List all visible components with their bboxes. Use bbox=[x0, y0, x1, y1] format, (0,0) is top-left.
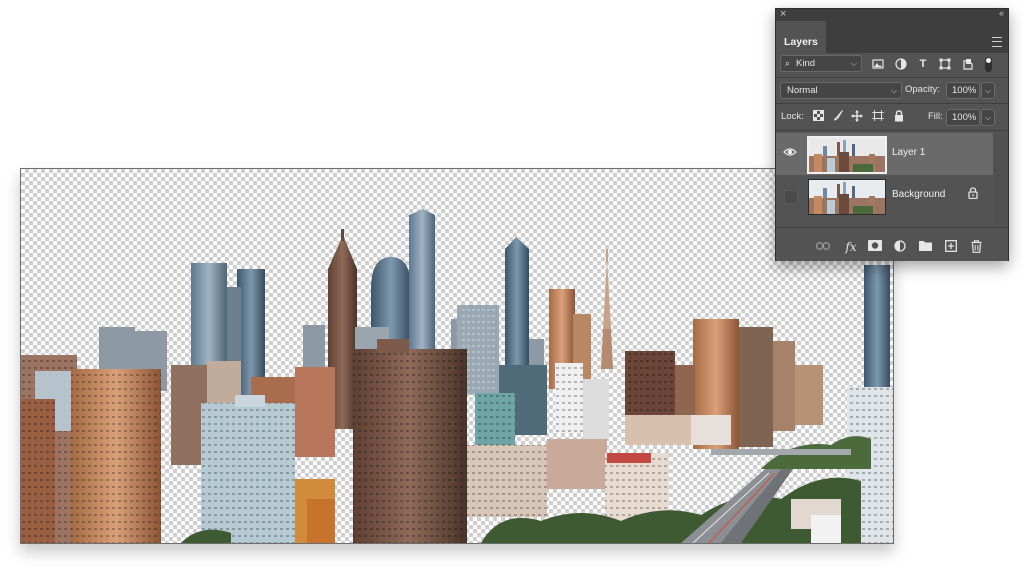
fill-dropdown-arrow[interactable]: ⌵ bbox=[981, 109, 995, 126]
layer-row-layer-1[interactable]: Layer 1 bbox=[776, 133, 993, 175]
layer-name[interactable]: Background bbox=[892, 189, 945, 200]
visibility-toggle-off[interactable] bbox=[784, 190, 798, 204]
panel-tab-strip: Layers bbox=[776, 21, 1008, 53]
fill-value: 100% bbox=[952, 112, 977, 123]
opacity-label: Opacity: bbox=[905, 84, 940, 95]
filter-toggle[interactable] bbox=[985, 57, 992, 72]
new-layer-icon[interactable] bbox=[944, 240, 958, 254]
lock-all-icon[interactable] bbox=[893, 110, 905, 122]
document-canvas[interactable] bbox=[20, 168, 894, 544]
delete-layer-icon[interactable] bbox=[969, 240, 983, 254]
add-mask-icon[interactable] bbox=[868, 240, 882, 254]
link-layers-icon[interactable] bbox=[816, 240, 830, 254]
lock-label: Lock: bbox=[781, 111, 804, 122]
filter-kind-label: Kind bbox=[796, 58, 816, 69]
layer-style-fx-icon[interactable]: fx bbox=[842, 240, 860, 254]
divider bbox=[776, 77, 1008, 78]
layer-thumbnail bbox=[808, 179, 886, 215]
opacity-input[interactable]: 100% bbox=[946, 82, 980, 99]
chevron-down-icon: ⌵ bbox=[850, 59, 857, 68]
shape-filter-icon[interactable] bbox=[939, 58, 951, 70]
tab-layers[interactable]: Layers bbox=[776, 21, 826, 53]
layer-row-background[interactable]: Background bbox=[776, 175, 993, 217]
layer-lock-icon[interactable] bbox=[968, 187, 978, 202]
panel-menu-icon[interactable] bbox=[992, 37, 1002, 47]
panel-bottom-toolbar: fx bbox=[776, 227, 1008, 261]
fill-label: Fill: bbox=[928, 111, 943, 122]
chevron-down-icon: ⌵ bbox=[890, 86, 897, 95]
layers-panel: × ‹‹ Layers ⌕ Kind ⌵ T Normal ⌵ Opacity:… bbox=[775, 8, 1009, 261]
smart-object-filter-icon[interactable] bbox=[962, 58, 974, 70]
layer-thumbnail bbox=[807, 136, 887, 174]
blend-mode-value: Normal bbox=[787, 85, 818, 96]
close-panel-icon[interactable]: × bbox=[780, 8, 786, 20]
filter-kind-dropdown[interactable]: ⌕ Kind ⌵ bbox=[780, 55, 862, 72]
city-skyline-image bbox=[21, 209, 893, 543]
visibility-eye-icon[interactable] bbox=[782, 146, 798, 162]
new-adjustment-layer-icon[interactable] bbox=[893, 240, 907, 254]
opacity-dropdown-arrow[interactable]: ⌵ bbox=[981, 82, 995, 99]
lock-image-pixels-icon[interactable] bbox=[832, 110, 844, 122]
fill-input[interactable]: 100% bbox=[946, 109, 980, 126]
lock-position-icon[interactable] bbox=[851, 110, 863, 122]
blend-mode-dropdown[interactable]: Normal ⌵ bbox=[780, 82, 902, 99]
divider bbox=[776, 130, 1008, 131]
collapse-panel-icon[interactable]: ‹‹ bbox=[999, 8, 1004, 18]
search-icon: ⌕ bbox=[785, 58, 791, 68]
panel-title-bar: × ‹‹ bbox=[776, 8, 1008, 21]
lock-transparent-pixels-icon[interactable] bbox=[812, 110, 824, 122]
opacity-value: 100% bbox=[952, 85, 977, 96]
type-filter-icon[interactable]: T bbox=[917, 58, 929, 70]
layers-scrollbar[interactable] bbox=[994, 135, 1007, 225]
layer-name[interactable]: Layer 1 bbox=[892, 147, 925, 158]
divider bbox=[776, 103, 1008, 104]
new-group-icon[interactable] bbox=[918, 240, 932, 254]
image-filter-icon[interactable] bbox=[872, 58, 884, 70]
adjustment-filter-icon[interactable] bbox=[895, 58, 907, 70]
lock-artboard-icon[interactable] bbox=[872, 110, 884, 122]
